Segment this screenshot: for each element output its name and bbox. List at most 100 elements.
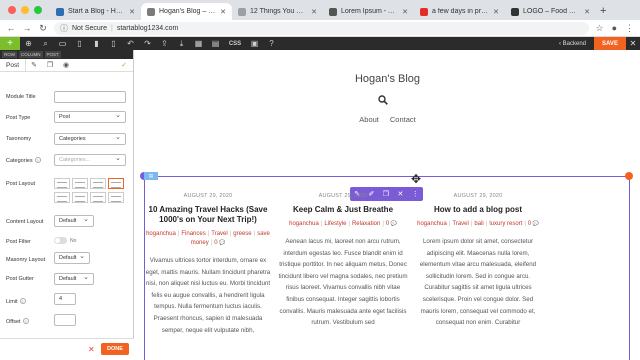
close-tab-icon[interactable]: ✕ bbox=[311, 8, 317, 16]
browser-tab[interactable]: Lorem Ipsum - All the facts ✕ bbox=[323, 3, 414, 20]
builder-tool-icon[interactable]: ▮ bbox=[88, 39, 105, 48]
close-panel-icon[interactable]: ✕ bbox=[88, 345, 95, 354]
layout-option-3col[interactable] bbox=[90, 178, 106, 189]
forward-arrow-icon[interactable]: → bbox=[22, 23, 32, 33]
close-builder-icon[interactable]: ✕ bbox=[626, 39, 640, 48]
meta-divider: | bbox=[485, 221, 488, 227]
builder-tool-icon[interactable]: ⌕ bbox=[37, 39, 54, 49]
close-tab-icon[interactable]: ✕ bbox=[402, 8, 408, 16]
breadcrumb-post[interactable]: POST bbox=[44, 51, 61, 58]
tab-title: a few days in prague bbox=[432, 8, 489, 15]
builder-tool-icon[interactable]: ▣ bbox=[246, 39, 263, 48]
help-icon[interactable]: ? bbox=[22, 318, 29, 324]
browser-tab-bar: Start a Blog - Hogan Chua✕Hogan's Blog –… bbox=[0, 0, 640, 20]
post-gutter-select[interactable]: Default bbox=[54, 273, 94, 285]
builder-tool-icon[interactable]: ▭ bbox=[54, 39, 71, 48]
layout-option-fullwidth[interactable] bbox=[90, 192, 106, 203]
builder-tool-icon[interactable]: ↶ bbox=[122, 39, 139, 48]
post-author-link[interactable]: hoganchua bbox=[417, 221, 447, 227]
layout-option-thumb-right[interactable] bbox=[72, 192, 88, 203]
search-icon[interactable] bbox=[378, 95, 388, 105]
module-label-badge[interactable]: ▤ bbox=[144, 172, 158, 180]
breadcrumb-column[interactable]: COLUMN bbox=[19, 51, 43, 58]
post-category-link[interactable]: Relaxation bbox=[352, 221, 380, 227]
back-arrow-icon[interactable]: ← bbox=[6, 23, 16, 33]
meta-divider: | bbox=[320, 221, 323, 227]
profile-icon[interactable]: ● bbox=[612, 23, 617, 34]
builder-tool-icon[interactable]: ▦ bbox=[190, 39, 207, 48]
apply-check-icon[interactable]: ✓ bbox=[121, 61, 127, 69]
builder-tool-icon[interactable]: ▯ bbox=[71, 39, 88, 48]
builder-tool-icon[interactable]: ⊕ bbox=[20, 39, 37, 48]
taxonomy-select[interactable]: Categories bbox=[54, 133, 126, 145]
row-options-dot[interactable] bbox=[625, 172, 633, 180]
post-type-select[interactable]: Post bbox=[54, 111, 126, 123]
post-category-link[interactable]: luxury resort bbox=[489, 221, 522, 227]
url-field[interactable]: ⓘ Not Secure | startablog1234.com bbox=[54, 21, 590, 35]
site-title[interactable]: Hogan's Blog bbox=[135, 73, 640, 85]
style-brush-icon[interactable]: ✎ bbox=[26, 61, 42, 69]
new-tab-button[interactable]: + bbox=[596, 5, 610, 20]
minimize-window-button[interactable] bbox=[21, 6, 29, 14]
panel-footer: ✕ DONE bbox=[0, 338, 134, 360]
builder-tool-icon[interactable]: ⇪ bbox=[156, 39, 173, 48]
post-category-link[interactable]: Finances bbox=[181, 231, 205, 237]
module-title-input[interactable] bbox=[54, 91, 126, 103]
close-tab-icon[interactable]: ✕ bbox=[584, 8, 590, 16]
help-icon[interactable]: ? bbox=[19, 298, 26, 304]
menu-item-about[interactable]: About bbox=[359, 115, 379, 124]
browser-tab[interactable]: LOGO – Food Blog ✕ bbox=[505, 3, 596, 20]
add-module-button[interactable]: + bbox=[0, 37, 20, 50]
post-title-link[interactable]: Keep Calm & Just Breathe bbox=[278, 205, 408, 215]
post-meta: hoganchua | Lifestyle | Relaxation | 0 💬 bbox=[278, 220, 408, 229]
close-tab-icon[interactable]: ✕ bbox=[493, 8, 499, 16]
post-title-link[interactable]: 10 Amazing Travel Hacks (Save 1000's on … bbox=[143, 205, 273, 225]
layout-option-4col[interactable] bbox=[108, 178, 124, 189]
post-author-link[interactable]: hoganchua bbox=[146, 231, 176, 237]
close-window-button[interactable] bbox=[8, 6, 16, 14]
close-tab-icon[interactable]: ✕ bbox=[220, 8, 226, 16]
categories-select[interactable]: Categories... bbox=[54, 154, 126, 166]
limit-input[interactable]: 4 bbox=[54, 293, 76, 305]
post-author-link[interactable]: hoganchua bbox=[289, 221, 319, 227]
post-category-link[interactable]: greese bbox=[233, 231, 251, 237]
reload-icon[interactable]: ↻ bbox=[38, 23, 48, 34]
builder-tool-icon[interactable]: ▯ bbox=[105, 39, 122, 48]
post-category-link[interactable]: Lifestyle bbox=[324, 221, 346, 227]
layout-option-list[interactable] bbox=[54, 178, 70, 189]
layout-option-thumb-left[interactable] bbox=[54, 192, 70, 203]
close-tab-icon[interactable]: ✕ bbox=[129, 8, 135, 16]
backend-button[interactable]: ‹ Backend bbox=[559, 41, 594, 47]
post-category-link[interactable]: Travel bbox=[452, 221, 468, 227]
menu-kebab-icon[interactable]: ⋮ bbox=[625, 23, 634, 34]
post-category-link[interactable]: Travel bbox=[211, 231, 227, 237]
browser-tab[interactable]: 12 Things You Need To Kn ✕ bbox=[232, 3, 323, 20]
help-icon[interactable]: ? bbox=[34, 157, 41, 163]
browser-tab[interactable]: Hogan's Blog – Just anoth ✕ bbox=[141, 3, 232, 20]
browser-tab[interactable]: Start a Blog - Hogan Chua ✕ bbox=[50, 3, 141, 20]
builder-tool-icon[interactable]: ▤ bbox=[207, 39, 224, 48]
copy-styles-icon[interactable]: ❐ bbox=[42, 61, 58, 69]
done-button[interactable]: DONE bbox=[101, 343, 129, 355]
visibility-eye-icon[interactable]: ◉ bbox=[58, 61, 74, 69]
post-title-link[interactable]: How to add a blog post bbox=[413, 205, 543, 215]
save-button[interactable]: SAVE bbox=[594, 37, 626, 50]
layout-option-2col[interactable] bbox=[72, 178, 88, 189]
post-category-link[interactable]: bali bbox=[474, 221, 483, 227]
builder-tool-icon[interactable]: ⤓ bbox=[173, 39, 190, 49]
menu-item-contact[interactable]: Contact bbox=[390, 115, 416, 124]
content-layout-select[interactable]: Default bbox=[54, 215, 94, 227]
browser-tab[interactable]: a few days in prague ✕ bbox=[414, 3, 505, 20]
star-icon[interactable]: ☆ bbox=[595, 23, 603, 34]
move-icon[interactable]: ✥ bbox=[411, 173, 421, 185]
masonry-layout-select[interactable]: Default bbox=[54, 252, 90, 264]
builder-tool-icon[interactable]: ↷ bbox=[139, 39, 156, 48]
layout-option-grid[interactable] bbox=[108, 192, 124, 203]
builder-tool-icon[interactable]: ? bbox=[263, 39, 280, 48]
maximize-window-button[interactable] bbox=[34, 6, 42, 14]
builder-tool-icon[interactable]: CSS bbox=[224, 41, 246, 47]
post-filter-toggle[interactable] bbox=[54, 237, 67, 244]
tab-post[interactable]: Post bbox=[0, 58, 27, 72]
offset-input[interactable] bbox=[54, 314, 76, 326]
breadcrumb-row[interactable]: ROW bbox=[2, 51, 17, 58]
